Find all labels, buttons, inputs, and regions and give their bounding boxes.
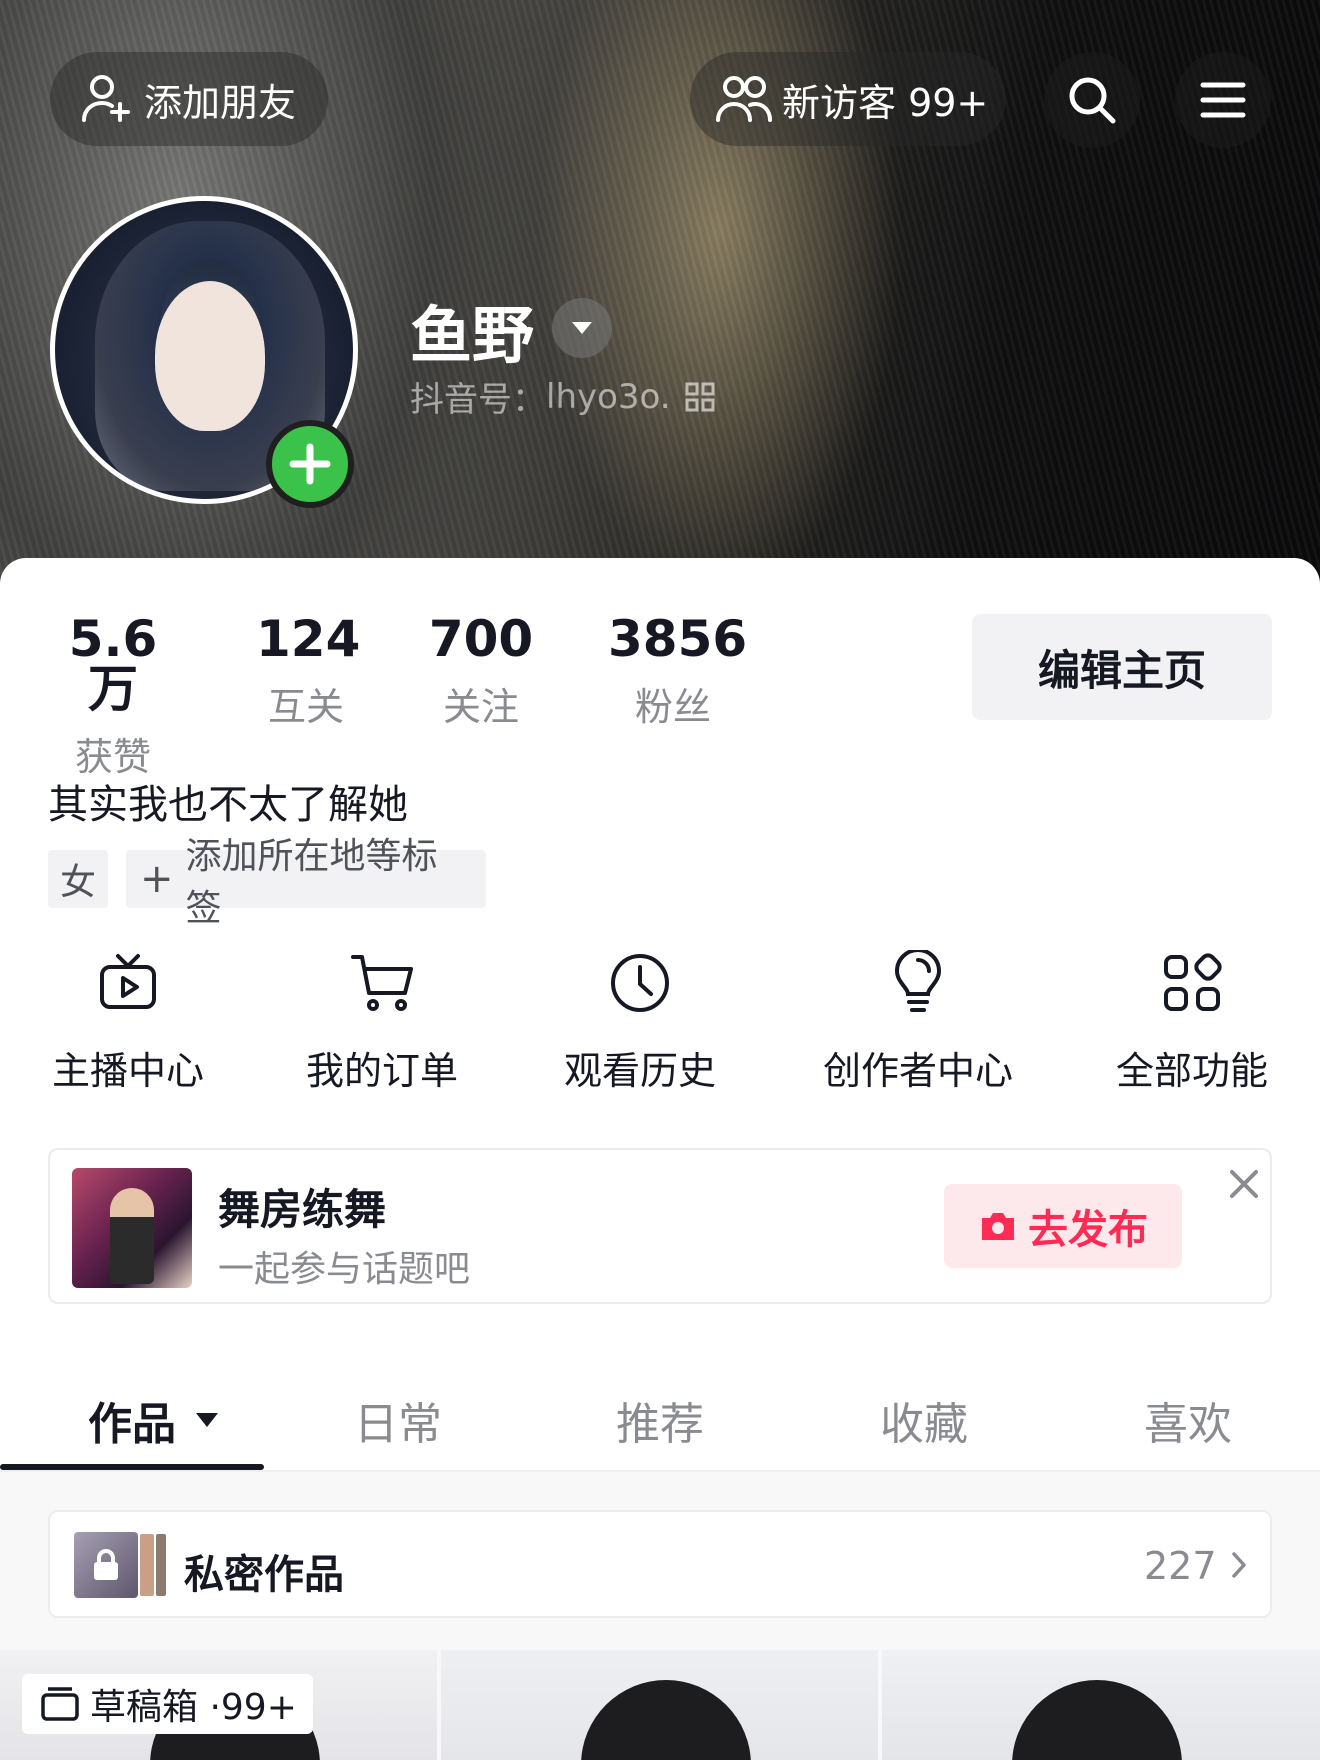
add-tag-label: 添加所在地等标签 bbox=[185, 836, 438, 929]
drafts-label: 草稿箱 ·99+ bbox=[90, 1687, 297, 1728]
camera-icon bbox=[978, 1208, 1018, 1244]
topic-title: 舞房练舞 bbox=[218, 1185, 387, 1234]
stat-mutual-label: 互关 bbox=[267, 685, 344, 729]
func-watch-history[interactable]: 观看历史 bbox=[560, 948, 720, 1095]
func-creator-center[interactable]: 创作者中心 bbox=[818, 948, 1018, 1095]
stat-following[interactable]: 700 关注 bbox=[426, 614, 536, 731]
stat-fans[interactable]: 3856 粉丝 bbox=[608, 610, 748, 731]
private-works-label: 私密作品 bbox=[184, 1552, 344, 1598]
tv-play-icon bbox=[48, 948, 208, 1018]
douyin-id-label: 抖音号： bbox=[410, 380, 546, 420]
func-all-features-label: 全部功能 bbox=[1115, 1049, 1268, 1093]
douyin-id-value: lhyo3o. bbox=[546, 376, 671, 417]
chevron-right-icon bbox=[1230, 1550, 1248, 1584]
new-visitors-label: 新访客 99+ bbox=[782, 80, 989, 125]
gender-tag[interactable]: 女 bbox=[48, 850, 108, 908]
tab-works[interactable]: 作品 bbox=[88, 1388, 220, 1452]
tab-favorites[interactable]: 收藏 bbox=[880, 1388, 968, 1452]
douyin-id-row[interactable]: 抖音号： lhyo3o. bbox=[410, 372, 715, 421]
func-streamer-center-label: 主播中心 bbox=[51, 1049, 204, 1093]
lock-icon bbox=[91, 1548, 121, 1582]
video-thumbnail-subject bbox=[1012, 1680, 1182, 1760]
tab-likes[interactable]: 喜欢 bbox=[1144, 1388, 1232, 1452]
video-thumbnail[interactable] bbox=[441, 1650, 878, 1760]
func-my-orders[interactable]: 我的订单 bbox=[302, 948, 462, 1095]
tab-recommend[interactable]: 推荐 bbox=[616, 1388, 704, 1452]
private-works-count: 227 bbox=[1144, 1544, 1217, 1588]
publish-button-label: 去发布 bbox=[1028, 1207, 1148, 1253]
search-icon bbox=[1066, 74, 1118, 126]
gender-tag-label: 女 bbox=[59, 862, 96, 903]
caret-down-icon bbox=[570, 320, 594, 336]
close-banner-button[interactable] bbox=[1226, 1166, 1262, 1202]
qr-code-icon[interactable] bbox=[685, 382, 715, 412]
tab-daily[interactable]: 日常 bbox=[354, 1388, 442, 1452]
stat-mutual[interactable]: 124 互关 bbox=[256, 610, 361, 731]
add-user-icon bbox=[80, 72, 134, 126]
edit-profile-button[interactable]: 编辑主页 bbox=[972, 614, 1272, 720]
close-icon bbox=[1226, 1166, 1262, 1202]
video-thumbnail[interactable] bbox=[882, 1650, 1320, 1760]
clock-icon bbox=[560, 948, 720, 1018]
visitors-icon bbox=[716, 74, 772, 124]
tab-works-label: 作品 bbox=[88, 1399, 176, 1450]
new-visitors-button[interactable]: 新访客 99+ bbox=[690, 52, 1006, 146]
cart-icon bbox=[302, 948, 462, 1018]
drafts-box-icon bbox=[40, 1686, 80, 1722]
drafts-badge[interactable]: 草稿箱 ·99+ bbox=[22, 1674, 313, 1734]
stat-fans-value: 3856 bbox=[608, 610, 748, 668]
content-tabs: 作品 日常 推荐 收藏 喜欢 bbox=[0, 1358, 1320, 1470]
stat-likes-value: 5.6万 bbox=[68, 610, 158, 718]
grid-apps-icon bbox=[1112, 948, 1272, 1018]
private-works-thumbnail-stack bbox=[140, 1534, 154, 1596]
func-streamer-center[interactable]: 主播中心 bbox=[48, 948, 208, 1095]
stat-fans-label: 粉丝 bbox=[634, 685, 711, 729]
menu-button[interactable] bbox=[1175, 52, 1271, 148]
func-all-features[interactable]: 全部功能 bbox=[1112, 948, 1272, 1095]
stat-likes[interactable]: 5.6万 获赞 bbox=[48, 614, 178, 781]
caret-down-icon bbox=[194, 1411, 220, 1429]
func-watch-history-label: 观看历史 bbox=[563, 1049, 716, 1093]
bio: 其实我也不太了解她 bbox=[48, 782, 408, 828]
profile-card: 5.6万 获赞 124 互关 700 关注 3856 粉丝 编辑主页 其实我也不… bbox=[0, 558, 1320, 1760]
publish-button[interactable]: 去发布 bbox=[944, 1184, 1182, 1268]
topic-thumbnail bbox=[72, 1168, 192, 1288]
topic-banner[interactable]: 舞房练舞 一起参与话题吧 去发布 bbox=[48, 1148, 1272, 1304]
avatar-add-button[interactable] bbox=[266, 420, 354, 508]
avatar-face-shape bbox=[155, 281, 265, 431]
add-friend-button[interactable]: 添加朋友 bbox=[50, 52, 328, 146]
video-thumbnail-subject bbox=[581, 1680, 751, 1760]
func-my-orders-label: 我的订单 bbox=[305, 1049, 458, 1093]
private-works-thumbnail-stack bbox=[156, 1534, 166, 1596]
stat-following-value: 700 bbox=[428, 610, 534, 668]
stat-mutual-value: 124 bbox=[256, 610, 361, 668]
menu-icon bbox=[1200, 80, 1246, 120]
private-works-thumbnail bbox=[74, 1532, 138, 1598]
search-button[interactable] bbox=[1044, 52, 1140, 148]
plus-icon bbox=[287, 441, 333, 487]
plus-icon: + bbox=[140, 856, 174, 902]
stat-following-label: 关注 bbox=[442, 685, 519, 729]
add-tag-button[interactable]: + 添加所在地等标签 bbox=[126, 836, 486, 929]
add-friend-label: 添加朋友 bbox=[144, 80, 297, 125]
private-works-row[interactable]: 私密作品 227 bbox=[48, 1510, 1272, 1618]
nickname: 鱼野 bbox=[410, 299, 535, 372]
func-creator-center-label: 创作者中心 bbox=[822, 1049, 1013, 1093]
account-switch-button[interactable] bbox=[552, 298, 612, 358]
topic-subtitle: 一起参与话题吧 bbox=[218, 1249, 471, 1290]
lightbulb-icon bbox=[818, 948, 1018, 1018]
